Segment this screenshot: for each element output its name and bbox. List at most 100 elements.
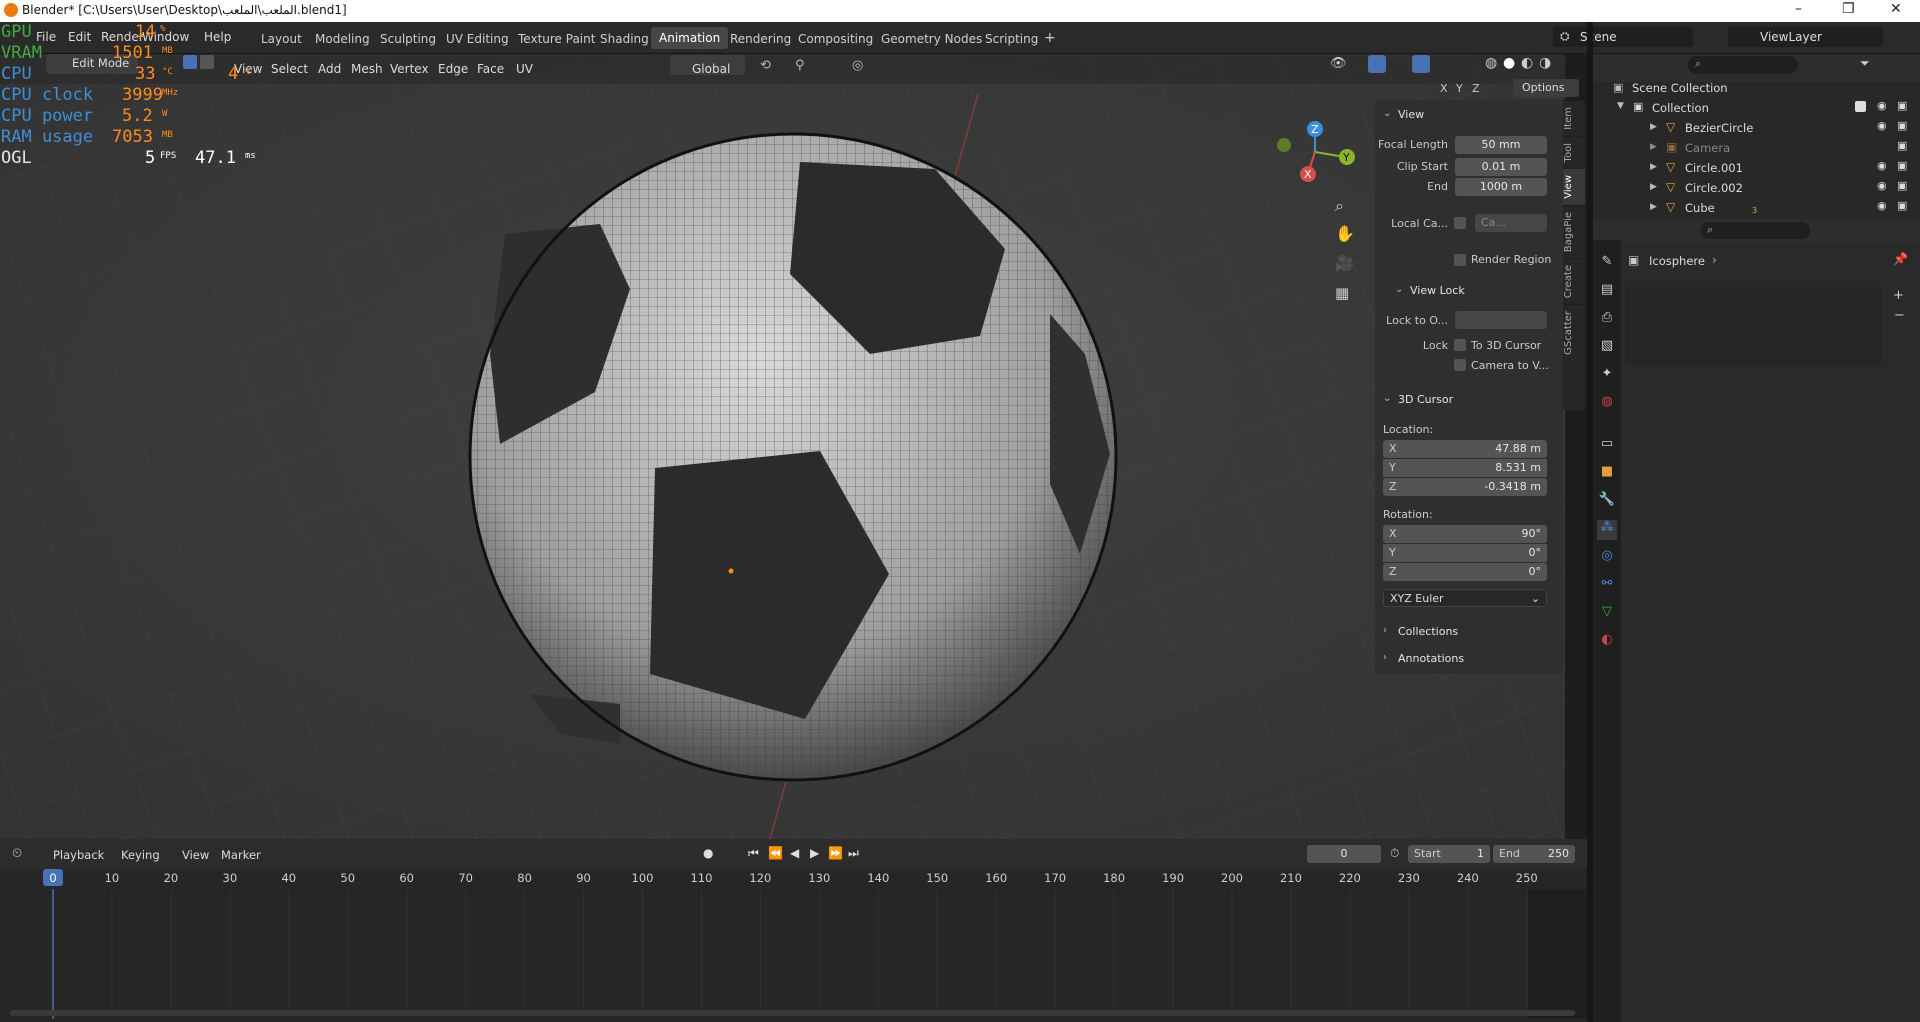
- lock-to-cursor-checkbox[interactable]: [1454, 339, 1466, 351]
- world-tab-icon[interactable]: ◍: [1597, 394, 1617, 414]
- vp-menu-edge[interactable]: Edge: [438, 62, 468, 76]
- maximize-button[interactable]: ❐: [1842, 1, 1855, 17]
- gizmo-toggle-icon[interactable]: [1368, 55, 1386, 73]
- local-camera-field[interactable]: Ca...: [1475, 214, 1547, 232]
- collection-tab-icon[interactable]: ▭: [1597, 436, 1617, 456]
- outliner-search-input[interactable]: [1688, 56, 1798, 74]
- view-lock-title[interactable]: View Lock: [1410, 284, 1465, 297]
- tab-item[interactable]: Item: [1563, 100, 1585, 136]
- scene-selector[interactable]: [1553, 27, 1693, 47]
- solid-shading-icon[interactable]: ●: [1503, 55, 1515, 71]
- object-tab-icon[interactable]: ■: [1597, 464, 1617, 484]
- cursor-location-y[interactable]: Y 8.531 m: [1383, 459, 1547, 477]
- tab-rendering[interactable]: Rendering: [730, 32, 791, 46]
- focal-length-field[interactable]: 50 mm: [1455, 136, 1547, 154]
- visibility-icon[interactable]: 👁: [1330, 56, 1347, 71]
- tab-tool[interactable]: Tool: [1563, 135, 1585, 169]
- cursor-location-z[interactable]: Z -0.3418 m: [1383, 478, 1547, 496]
- pan-hand-icon[interactable]: ✋: [1335, 224, 1355, 243]
- view-collapse-icon[interactable]: ⌄: [1383, 108, 1391, 119]
- menu-file[interactable]: File: [36, 30, 56, 44]
- pivot-icon[interactable]: ⟲: [760, 58, 771, 73]
- expand-icon[interactable]: ▶: [1650, 182, 1657, 192]
- timeline-menu-view[interactable]: View: [182, 848, 209, 862]
- add-workspace-button[interactable]: +: [1044, 30, 1056, 46]
- lock-to-object-field[interactable]: [1455, 311, 1547, 329]
- grid-view-icon[interactable]: ▦: [1335, 284, 1349, 302]
- play-reverse-icon[interactable]: ◀: [790, 846, 799, 860]
- clip-start-field[interactable]: 0.01 m: [1455, 158, 1547, 176]
- physics-tab-icon[interactable]: ◎: [1597, 548, 1617, 568]
- data-tab-icon[interactable]: ▽: [1597, 604, 1617, 624]
- clip-end-field[interactable]: 1000 m: [1455, 178, 1547, 196]
- rotation-mode-dropdown[interactable]: XYZ Euler ⌄: [1383, 589, 1547, 607]
- vp-menu-uv[interactable]: UV: [516, 62, 533, 76]
- edge-select-icon[interactable]: [200, 55, 214, 69]
- view-lock-collapse-icon[interactable]: ⌄: [1395, 284, 1403, 295]
- tab-create[interactable]: Create: [1563, 258, 1585, 305]
- outliner-item-cube[interactable]: Cube: [1685, 201, 1715, 215]
- properties-search-input[interactable]: [1700, 222, 1810, 239]
- editor-type-icon[interactable]: ⏲: [12, 846, 22, 861]
- record-icon[interactable]: ●: [703, 846, 713, 860]
- mirror-z-toggle[interactable]: Z: [1472, 82, 1480, 95]
- jump-start-icon[interactable]: ⏮: [748, 846, 759, 861]
- vertex-select-icon[interactable]: [183, 55, 197, 69]
- render-camera-icon[interactable]: ▣: [1897, 99, 1907, 112]
- filter-icon[interactable]: ⏷: [1860, 56, 1870, 71]
- timeline-menu-playback[interactable]: Playback: [53, 848, 104, 862]
- tab-modeling[interactable]: Modeling: [315, 32, 370, 46]
- visibility-eye-icon[interactable]: ◉: [1877, 119, 1887, 132]
- vp-menu-mesh[interactable]: Mesh: [351, 62, 383, 76]
- remove-slot-button[interactable]: −: [1894, 308, 1905, 323]
- collection-checkbox[interactable]: [1855, 101, 1866, 112]
- vp-menu-vertex[interactable]: Vertex: [390, 62, 429, 76]
- material-shading-icon[interactable]: ◐: [1521, 55, 1533, 71]
- tab-layout[interactable]: Layout: [261, 32, 302, 46]
- annotations-expand-icon[interactable]: ›: [1383, 652, 1387, 663]
- menu-help[interactable]: Help: [204, 30, 231, 44]
- navigation-gizmo[interactable]: Z Y X: [1270, 115, 1370, 190]
- play-icon[interactable]: ▶: [810, 846, 819, 860]
- outliner-collection[interactable]: Collection: [1652, 101, 1709, 115]
- view-layer-tab-icon[interactable]: ▧: [1597, 338, 1617, 358]
- output-tab-icon[interactable]: ⎙: [1597, 310, 1617, 330]
- local-camera-checkbox[interactable]: [1454, 217, 1466, 229]
- constraints-tab-icon[interactable]: ⚯: [1597, 576, 1617, 596]
- view-panel-title[interactable]: View: [1398, 108, 1424, 121]
- outliner-scene-collection[interactable]: Scene Collection: [1632, 81, 1728, 95]
- menu-edit[interactable]: Edit: [68, 30, 91, 44]
- collections-panel-title[interactable]: Collections: [1398, 625, 1458, 638]
- render-camera-icon[interactable]: ▣: [1897, 179, 1907, 192]
- vp-menu-add[interactable]: Add: [318, 62, 341, 76]
- outliner-item-camera[interactable]: Camera: [1685, 141, 1730, 155]
- jump-end-icon[interactable]: ⏭: [848, 846, 859, 861]
- tab-texture-paint[interactable]: Texture Paint: [518, 32, 595, 46]
- 3d-cursor-title[interactable]: 3D Cursor: [1398, 393, 1453, 406]
- minimize-button[interactable]: –: [1795, 1, 1802, 17]
- timeline-grid[interactable]: [0, 889, 1587, 1019]
- tab-sculpting[interactable]: Sculpting: [380, 32, 436, 46]
- expand-icon[interactable]: ▶: [1650, 202, 1657, 212]
- modifier-tab-icon[interactable]: 🔧: [1597, 492, 1617, 512]
- cursor-collapse-icon[interactable]: ⌄: [1383, 393, 1391, 404]
- expand-icon[interactable]: ▶: [1650, 122, 1657, 132]
- render-camera-icon[interactable]: ▣: [1897, 199, 1907, 212]
- tab-uv-editing[interactable]: UV Editing: [446, 32, 509, 46]
- rendered-shading-icon[interactable]: ◑: [1539, 55, 1551, 71]
- soccer-ball-mesh[interactable]: [468, 132, 1118, 782]
- scene-tab-icon[interactable]: ✦: [1597, 366, 1617, 386]
- expand-icon[interactable]: ▶: [1650, 162, 1657, 172]
- cursor-location-x[interactable]: X 47.88 m: [1383, 440, 1547, 458]
- annotations-panel-title[interactable]: Annotations: [1398, 652, 1464, 665]
- mirror-x-toggle[interactable]: X: [1440, 82, 1448, 95]
- add-slot-button[interactable]: +: [1893, 288, 1904, 303]
- proportional-edit-icon[interactable]: ◎: [852, 58, 863, 73]
- render-camera-icon[interactable]: ▣: [1897, 119, 1907, 132]
- cursor-rotation-y[interactable]: Y 0°: [1383, 544, 1547, 562]
- vp-menu-face[interactable]: Face: [477, 62, 504, 76]
- stopwatch-icon[interactable]: ⏱: [1390, 846, 1399, 861]
- timeline-menu-keying[interactable]: Keying: [121, 848, 160, 862]
- properties-list-box[interactable]: [1625, 287, 1882, 365]
- start-frame-field[interactable]: Start 1: [1408, 845, 1490, 863]
